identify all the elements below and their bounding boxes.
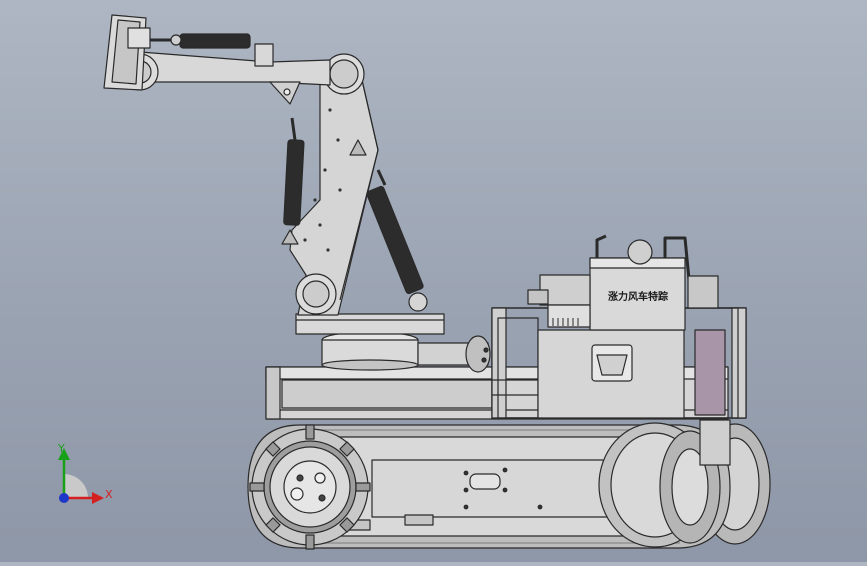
- y-axis-label: Y: [57, 442, 65, 455]
- z-axis-dot-icon: [59, 493, 69, 503]
- robot-model[interactable]: 涨力风车特踪: [0, 0, 867, 562]
- arm-base-plate: [295, 313, 445, 335]
- turntable: [321, 331, 491, 373]
- coordinate-triad[interactable]: Y X: [42, 438, 122, 510]
- end-effector: [103, 14, 151, 91]
- x-axis-label: X: [105, 488, 113, 501]
- cad-viewport[interactable]: 涨力风车特踪 Y X: [0, 0, 867, 562]
- lift-cylinder: [283, 117, 305, 226]
- wrist-cylinder: [150, 33, 251, 49]
- crawler-track: [247, 419, 771, 550]
- tilt-cylinder: [366, 169, 428, 312]
- x-axis-arrow-icon: [92, 492, 104, 504]
- hydraulic-tank-label: 涨力风车特踪: [608, 290, 668, 303]
- upper-arm: [121, 43, 331, 105]
- hydraulic-pack: [527, 234, 719, 331]
